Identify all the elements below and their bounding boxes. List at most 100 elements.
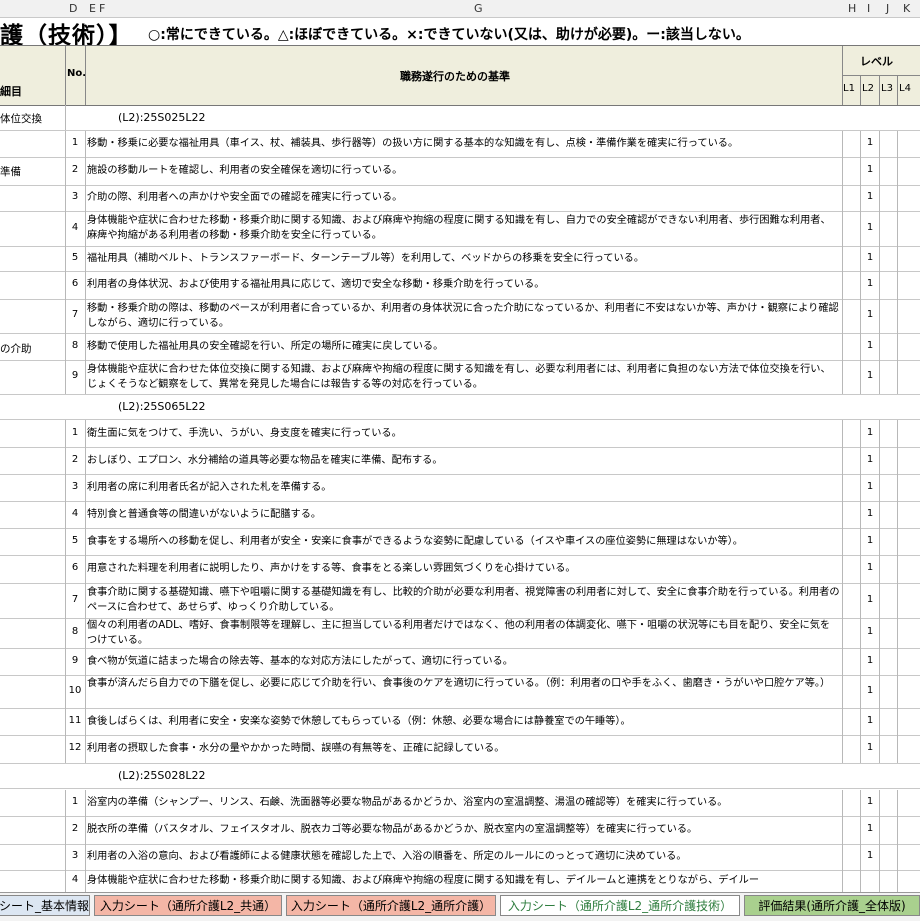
row-number-cell[interactable]: 4 xyxy=(66,874,84,885)
level-l2-cell[interactable]: 1 xyxy=(862,252,878,263)
criteria-text-cell[interactable]: 個々の利用者のADL、嗜好、食事制限等を理解し、主に担当している利用者だけではな… xyxy=(87,618,840,648)
criteria-text-cell[interactable]: 食事介助に関する基礎知識、嚥下や咀嚼に関する基礎知識を有し、比較的介助が必要な利… xyxy=(87,585,840,615)
level-l2-cell[interactable]: 1 xyxy=(862,164,878,175)
row-number-cell[interactable]: 9 xyxy=(66,655,84,666)
criteria-text-cell[interactable]: 移動で使用した福祉用具の安全確認を行い、所定の場所に確実に戻している。 xyxy=(87,339,840,354)
level-l2-cell[interactable]: 1 xyxy=(862,535,878,546)
row-number-cell[interactable]: 6 xyxy=(66,278,84,289)
level-l2-cell[interactable]: 1 xyxy=(862,278,878,289)
row-number-cell[interactable]: 10 xyxy=(66,685,84,696)
criteria-text-cell[interactable]: 利用者の入浴の意向、および看護師による健康状態を確認した上で、入浴の順番を、所定… xyxy=(87,849,840,864)
level-l2-cell[interactable]: 1 xyxy=(862,370,878,381)
criteria-text-cell[interactable]: 衛生面に気をつけて、手洗い、うがい、身支度を確実に行っている。 xyxy=(87,426,840,441)
level-l2-cell[interactable]: 1 xyxy=(862,427,878,438)
col-letter-d[interactable]: D xyxy=(69,2,77,15)
row-number-cell[interactable]: 2 xyxy=(66,823,84,834)
row-number-cell[interactable]: 4 xyxy=(66,508,84,519)
tab-evaluation-result[interactable]: 評価結果(通所介護_全体版) xyxy=(744,895,920,916)
criteria-text-cell[interactable]: 移動・移乗介助の際は、移動のペースが利用者に合っているか、利用者の身体状況に合っ… xyxy=(87,301,840,331)
header-subitem[interactable]: 細目 xyxy=(0,83,22,99)
level-l2-cell[interactable]: 1 xyxy=(862,508,878,519)
level-l2-cell[interactable]: 1 xyxy=(862,481,878,492)
row-number-cell[interactable]: 7 xyxy=(66,594,84,605)
level-l2-cell[interactable]: 1 xyxy=(862,823,878,834)
criteria-text-cell[interactable]: 施設の移動ルートを確認し、利用者の安全確保を適切に行っている。 xyxy=(87,163,840,178)
section-code-2[interactable]: (L2):25S065L22 xyxy=(118,400,206,413)
level-l2-cell[interactable]: 1 xyxy=(862,715,878,726)
rating-legend[interactable]: ○:常にできている。△:ほぼできている。×:できていない(又は、助けが必要)。ー… xyxy=(148,24,750,44)
level-l2-cell[interactable]: 1 xyxy=(862,454,878,465)
level-l2-cell[interactable]: 1 xyxy=(862,655,878,666)
row-number-cell[interactable]: 2 xyxy=(66,164,84,175)
criteria-text-cell[interactable]: 食後しばらくは、利用者に安全・安楽な姿勢で休憩してもらっている（例：休憩、必要な… xyxy=(87,714,840,729)
criteria-text-cell[interactable]: 特別食と普通食等の間違いがないように配膳する。 xyxy=(87,507,840,522)
header-no[interactable]: No. xyxy=(67,68,86,79)
row-number-cell[interactable]: 7 xyxy=(66,309,84,320)
left-label-assistance[interactable]: の介助 xyxy=(0,341,32,356)
tab-basic-info[interactable]: シート_基本情報 xyxy=(0,895,90,916)
col-letter-j[interactable]: J xyxy=(886,2,889,15)
criteria-text-cell[interactable]: 福祉用具（補助ベルト、トランスファーボード、ターンテーブル等）を利用して、ベッド… xyxy=(87,251,840,266)
criteria-text-cell[interactable]: 利用者の席に利用者氏名が記入された札を準備する。 xyxy=(87,480,840,495)
criteria-text-cell[interactable]: 移動・移乗に必要な福祉用具（車イス、杖、補装具、歩行器等）の扱い方に関する基本的… xyxy=(87,136,840,151)
level-l2-cell[interactable]: 1 xyxy=(862,850,878,861)
level-l2-cell[interactable]: 1 xyxy=(862,594,878,605)
row-number-cell[interactable]: 12 xyxy=(66,742,84,753)
level-l2-cell[interactable]: 1 xyxy=(862,685,878,696)
col-letter-h[interactable]: H xyxy=(848,2,856,15)
col-letter-k[interactable]: K xyxy=(903,2,910,15)
row-number-cell[interactable]: 8 xyxy=(66,626,84,637)
header-l1[interactable]: L1 xyxy=(843,83,855,94)
level-l2-cell[interactable]: 1 xyxy=(862,626,878,637)
row-number-cell[interactable]: 3 xyxy=(66,191,84,202)
row-number-cell[interactable]: 1 xyxy=(66,137,84,148)
tab-input-common[interactable]: 入力シート（通所介護L2_共通） xyxy=(94,895,282,916)
section-code-1[interactable]: (L2):25S025L22 xyxy=(118,111,206,124)
col-letter-f[interactable]: F xyxy=(99,2,105,15)
criteria-text-cell[interactable]: 身体機能や症状に合わせた移動・移乗介助に関する知識、および麻痺や拘縮の程度に関す… xyxy=(87,873,840,888)
row-number-cell[interactable]: 5 xyxy=(66,535,84,546)
level-l2-cell[interactable]: 1 xyxy=(862,340,878,351)
section-left-label-1[interactable]: 体位交換 xyxy=(0,111,42,126)
criteria-text-cell[interactable]: 利用者の摂取した食事・水分の量やかかった時間、誤嚥の有無等を、正確に記録している… xyxy=(87,741,840,756)
level-l2-cell[interactable]: 1 xyxy=(862,796,878,807)
col-letter-e[interactable]: E xyxy=(89,2,96,15)
criteria-text-cell[interactable]: 用意された料理を利用者に説明したり、声かけをする等、食事をとる楽しい雰囲気づくり… xyxy=(87,561,840,576)
level-l2-cell[interactable]: 1 xyxy=(862,742,878,753)
criteria-text-cell[interactable]: 身体機能や症状に合わせた移動・移乗介助に関する知識、および麻痺や拘縮の程度に関す… xyxy=(87,213,840,243)
criteria-text-cell[interactable]: 介助の際、利用者への声かけや安全面での確認を確実に行っている。 xyxy=(87,190,840,205)
criteria-text-cell[interactable]: 脱衣所の準備（バスタオル、フェイスタオル、脱衣カゴ等必要な物品があるかどうか、脱… xyxy=(87,822,840,837)
criteria-text-cell[interactable]: 利用者の身体状況、および使用する福祉用具に応じて、適切で安全な移動・移乗介助を行… xyxy=(87,277,840,292)
criteria-text-cell[interactable]: 浴室内の準備（シャンプー、リンス、石鹸、洗面器等必要な物品があるかどうか、浴室内… xyxy=(87,795,840,810)
level-l2-cell[interactable]: 1 xyxy=(862,222,878,233)
row-number-cell[interactable]: 2 xyxy=(66,454,84,465)
level-l2-cell[interactable]: 1 xyxy=(862,562,878,573)
criteria-text-cell[interactable]: 食事をする場所への移動を促し、利用者が安全・安楽に食事ができるような姿勢に配慮し… xyxy=(87,534,840,549)
row-number-cell[interactable]: 1 xyxy=(66,796,84,807)
level-l2-cell[interactable]: 1 xyxy=(862,191,878,202)
header-level[interactable]: レベル xyxy=(860,53,893,69)
row-number-cell[interactable]: 3 xyxy=(66,850,84,861)
header-criteria[interactable]: 職務遂行のための基準 xyxy=(400,68,510,84)
left-label-preparation[interactable]: 準備 xyxy=(0,164,21,179)
row-number-cell[interactable]: 1 xyxy=(66,427,84,438)
level-l2-cell[interactable]: 1 xyxy=(862,309,878,320)
criteria-text-cell[interactable]: 食べ物が気道に詰まった場合の除去等、基本的な対応方法にしたがって、適切に行ってい… xyxy=(87,654,840,669)
col-letter-i[interactable]: I xyxy=(867,2,870,15)
col-letter-g[interactable]: G xyxy=(474,2,483,15)
tab-input-day-care[interactable]: 入力シート（通所介護L2_通所介護） xyxy=(286,895,496,916)
row-number-cell[interactable]: 6 xyxy=(66,562,84,573)
header-l4[interactable]: L4 xyxy=(899,83,911,94)
criteria-text-cell[interactable]: 身体機能や症状に合わせた体位交換に関する知識、および麻痺や拘縮の程度に関する知識… xyxy=(87,362,840,392)
row-number-cell[interactable]: 5 xyxy=(66,252,84,263)
criteria-text-cell[interactable]: おしぼり、エプロン、水分補給の道具等必要な物品を確実に準備、配布する。 xyxy=(87,453,840,468)
header-l3[interactable]: L3 xyxy=(881,83,893,94)
header-l2[interactable]: L2 xyxy=(862,83,874,94)
row-number-cell[interactable]: 9 xyxy=(66,370,84,381)
tab-input-day-care-tech[interactable]: 入力シート（通所介護L2_通所介護技術） xyxy=(500,895,740,916)
row-number-cell[interactable]: 3 xyxy=(66,481,84,492)
row-number-cell[interactable]: 11 xyxy=(66,715,84,726)
row-number-cell[interactable]: 8 xyxy=(66,340,84,351)
row-number-cell[interactable]: 4 xyxy=(66,222,84,233)
level-l2-cell[interactable]: 1 xyxy=(862,137,878,148)
